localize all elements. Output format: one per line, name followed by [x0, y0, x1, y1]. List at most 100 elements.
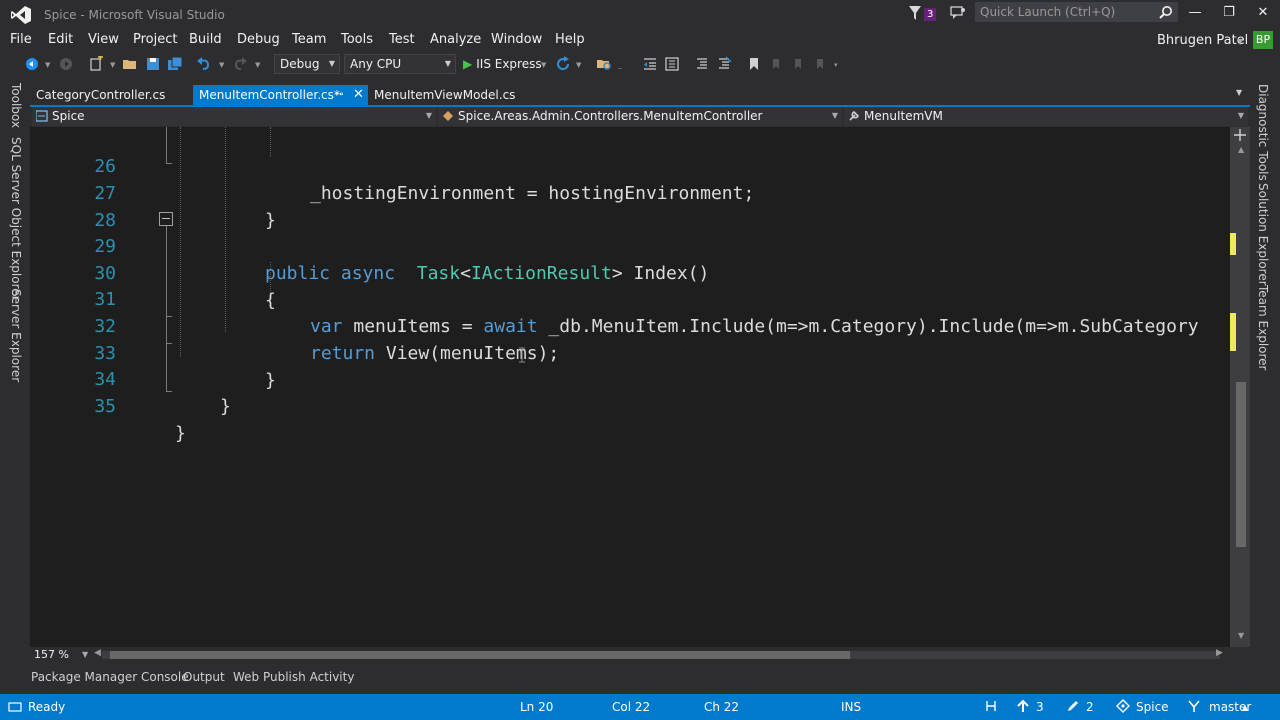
feedback-icon[interactable]: [950, 6, 966, 20]
search-icon[interactable]: [1159, 5, 1173, 19]
menu-window[interactable]: Window: [491, 32, 542, 47]
redo-dropdown-caret-icon[interactable]: ▼: [255, 61, 260, 69]
team-explorer-tab[interactable]: Team Explorer: [1256, 285, 1270, 371]
pencil-icon[interactable]: [1066, 699, 1080, 713]
tab-category-controller[interactable]: CategoryController.cs: [30, 85, 192, 105]
code-editor[interactable]: 26 _hostingEnvironment = hostingEnvironm…: [30, 127, 1230, 647]
document-tab-well: CategoryController.cs MenuItemController…: [30, 85, 1250, 105]
quick-launch-box[interactable]: [975, 2, 1178, 22]
menu-file[interactable]: File: [10, 32, 32, 47]
previous-bookmark-icon[interactable]: [768, 56, 784, 72]
sql-server-object-explorer-tab[interactable]: SQL Server Object Explorer: [9, 137, 23, 301]
zoom-level[interactable]: 157 %: [34, 648, 69, 661]
split-window-icon[interactable]: [1233, 129, 1247, 141]
platform-select[interactable]: Any CPU ▼: [344, 54, 456, 74]
undo-icon[interactable]: [196, 56, 212, 72]
outdent-icon[interactable]: [642, 56, 658, 72]
find-dropdown-caret-icon[interactable]: _: [618, 61, 622, 69]
pending-pushes-count[interactable]: 3: [1036, 700, 1044, 714]
repository-name[interactable]: Spice: [1136, 700, 1169, 714]
branch-icon[interactable]: [1187, 699, 1201, 713]
tab-output[interactable]: Output: [183, 670, 225, 684]
close-button[interactable]: ✕: [1246, 0, 1280, 26]
toolbar-options-icon[interactable]: ▾: [834, 61, 838, 69]
scroll-right-icon[interactable]: ▶: [1216, 648, 1223, 658]
menu-build[interactable]: Build: [189, 32, 222, 47]
menu-project[interactable]: Project: [133, 32, 177, 47]
pending-changes-count[interactable]: 2: [1086, 700, 1094, 714]
toolbox-tab[interactable]: Toolbox: [9, 83, 23, 128]
find-in-files-icon[interactable]: [596, 56, 612, 72]
start-debugging-button[interactable]: ▶ IIS Express: [463, 55, 542, 73]
user-name[interactable]: Bhrugen Patel: [1157, 33, 1248, 48]
horizontal-scrollbar[interactable]: [102, 651, 1220, 659]
project-dropdown[interactable]: Spice ▼: [32, 107, 436, 126]
next-bookmark-icon[interactable]: [790, 56, 806, 72]
code-line: 29 public async Task<IActionResult> Inde…: [30, 206, 1230, 284]
horizontal-scroll-thumb[interactable]: [110, 651, 850, 659]
menu-view[interactable]: View: [88, 32, 119, 47]
undo-dropdown-caret-icon[interactable]: ▼: [219, 61, 224, 69]
uncomment-lines-icon[interactable]: [716, 56, 732, 72]
bookmark-icon[interactable]: [746, 56, 762, 72]
menu-test[interactable]: Test: [389, 32, 415, 47]
menu-analyze[interactable]: Analyze: [430, 32, 481, 47]
quick-launch-input[interactable]: [980, 4, 1160, 20]
save-all-icon[interactable]: [167, 56, 183, 72]
avatar[interactable]: BP: [1253, 31, 1273, 49]
menu-edit[interactable]: Edit: [48, 32, 73, 47]
line-number: 35: [94, 396, 116, 417]
user-dropdown-caret-icon[interactable]: ▼: [1237, 37, 1243, 46]
back-dropdown-caret-icon[interactable]: ▼: [45, 61, 50, 69]
tab-overflow-chevron-down-icon[interactable]: ▼: [1236, 88, 1242, 97]
run-target-caret-icon[interactable]: ▼: [541, 61, 546, 69]
scroll-down-icon[interactable]: ▼: [1238, 631, 1252, 645]
push-arrow-up-icon[interactable]: [1016, 699, 1030, 713]
visual-studio-logo-icon: [11, 6, 31, 24]
scroll-thumb[interactable]: [1236, 382, 1246, 547]
menu-debug[interactable]: Debug: [237, 32, 280, 47]
notifications-button[interactable]: 3: [908, 5, 940, 23]
comment-lines-icon[interactable]: [694, 56, 710, 72]
new-project-icon[interactable]: [88, 56, 104, 72]
scroll-left-icon[interactable]: ◀: [94, 648, 101, 658]
new-dropdown-caret-icon[interactable]: ▼: [110, 61, 115, 69]
tab-menuitem-controller[interactable]: MenuItemController.cs* ⊸ ✕: [193, 85, 368, 105]
menu-team[interactable]: Team: [292, 32, 326, 47]
maximize-button[interactable]: ❐: [1212, 0, 1246, 26]
tab-menuitem-viewmodel[interactable]: MenuItemViewModel.cs: [368, 85, 518, 105]
zoom-chevron-down-icon[interactable]: ▼: [82, 650, 88, 659]
navigate-forward-icon[interactable]: [58, 56, 74, 72]
scroll-up-icon[interactable]: ▲: [1238, 145, 1252, 159]
platform-value: Any CPU: [350, 57, 402, 71]
diagnostic-tools-tab[interactable]: Diagnostic Tools: [1256, 84, 1270, 181]
menu-help[interactable]: Help: [555, 32, 585, 47]
member-dropdown[interactable]: MenuItemVM ▼: [844, 107, 1248, 126]
branch-chevron-up-icon[interactable]: ▲: [1242, 703, 1248, 712]
minimize-button[interactable]: —: [1178, 0, 1212, 26]
tab-package-manager-console[interactable]: Package Manager Console: [31, 670, 189, 684]
pin-icon[interactable]: ⊸: [335, 85, 343, 105]
indent-icon[interactable]: [664, 56, 680, 72]
refresh-icon[interactable]: [555, 56, 571, 72]
close-icon[interactable]: ✕: [353, 85, 364, 105]
server-explorer-tab[interactable]: Server Explorer: [9, 289, 23, 382]
repository-icon[interactable]: [1116, 699, 1130, 713]
clear-bookmarks-icon[interactable]: [812, 56, 828, 72]
save-icon[interactable]: [145, 56, 161, 72]
publish-icon[interactable]: [984, 699, 998, 713]
solution-explorer-tab[interactable]: Solution Explorer: [1256, 183, 1270, 286]
csharp-project-icon: [36, 110, 48, 122]
menu-tools[interactable]: Tools: [341, 32, 373, 47]
open-folder-icon[interactable]: [122, 56, 138, 72]
refresh-dropdown-caret-icon[interactable]: ▼: [576, 61, 581, 69]
tool-window-tabs: Package Manager Console Output Web Publi…: [30, 667, 1250, 689]
class-dropdown[interactable]: Spice.Areas.Admin.Controllers.MenuItemCo…: [438, 107, 842, 126]
tab-label: CategoryController.cs: [36, 88, 166, 102]
chevron-down-icon: ▼: [328, 59, 335, 68]
tab-web-publish-activity[interactable]: Web Publish Activity: [233, 670, 354, 684]
navigate-back-icon[interactable]: [24, 56, 40, 72]
configuration-select[interactable]: Debug ▼: [274, 54, 340, 74]
vertical-scrollbar[interactable]: ▲ ▼: [1230, 127, 1250, 647]
redo-icon[interactable]: [232, 56, 248, 72]
